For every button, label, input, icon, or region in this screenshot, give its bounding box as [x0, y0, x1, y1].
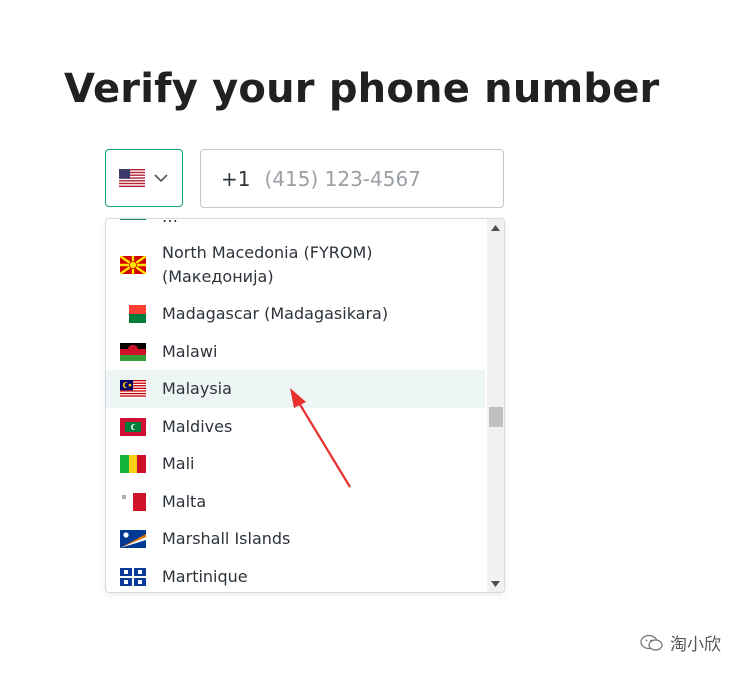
- malawi-flag-icon: [120, 342, 146, 361]
- list-item-label: Marshall Islands: [162, 529, 291, 548]
- list-item[interactable]: Maldives: [106, 408, 485, 445]
- country-list: … North Macedonia (FYROM) (Македонија) M…: [106, 219, 487, 592]
- watermark: 淘小欣: [640, 630, 721, 655]
- list-item-label: Malta: [162, 491, 207, 511]
- list-item[interactable]: North Macedonia (FYROM) (Македонија): [106, 239, 485, 291]
- list-item[interactable]: Madagascar (Madagasikara): [106, 295, 485, 333]
- list-item-label: Martinique: [162, 566, 248, 586]
- list-item[interactable]: Martinique: [106, 558, 485, 592]
- list-item[interactable]: Mali: [106, 445, 485, 483]
- phone-number-field[interactable]: +1: [200, 149, 504, 208]
- list-item-label-secondary: (Македонија): [162, 267, 274, 286]
- list-item-label: …: [162, 219, 178, 229]
- malta-flag-icon: [120, 492, 146, 511]
- dropdown-scrollbar[interactable]: [487, 219, 504, 592]
- list-item[interactable]: …: [106, 219, 485, 229]
- partial-flag-icon: [120, 219, 146, 226]
- watermark-text: 淘小欣: [670, 635, 721, 655]
- chevron-down-icon: [154, 174, 168, 183]
- dial-code: +1: [221, 166, 251, 191]
- list-item-label: North Macedonia (FYROM): [162, 243, 373, 262]
- list-item-label: Madagascar (Madagasikara): [162, 304, 389, 323]
- scroll-down-arrow-icon[interactable]: [487, 575, 504, 592]
- madagascar-flag-icon: [120, 305, 146, 323]
- martinique-flag-icon: [120, 567, 146, 586]
- list-item[interactable]: Malta: [106, 483, 485, 520]
- country-code-select[interactable]: [105, 149, 183, 207]
- country-dropdown[interactable]: … North Macedonia (FYROM) (Македонија) M…: [105, 218, 505, 593]
- marshall-islands-flag-icon: [120, 530, 146, 548]
- us-flag-icon: [119, 169, 145, 187]
- list-item[interactable]: Marshall Islands: [106, 520, 485, 558]
- list-item-label: Malaysia: [162, 379, 232, 398]
- wechat-icon: [640, 634, 663, 651]
- page-title: Verify your phone number: [64, 66, 660, 112]
- north-macedonia-flag-icon: [120, 256, 146, 274]
- scrollbar-thumb[interactable]: [489, 407, 503, 427]
- scroll-up-arrow-icon[interactable]: [487, 219, 504, 236]
- list-item-label: Mali: [162, 454, 195, 473]
- list-item[interactable]: Malawi: [106, 333, 485, 370]
- list-item-highlighted[interactable]: Malaysia: [106, 370, 485, 408]
- mali-flag-icon: [120, 455, 146, 473]
- maldives-flag-icon: [120, 417, 146, 436]
- list-item-label: Malawi: [162, 341, 218, 361]
- phone-number-input[interactable]: [262, 165, 487, 192]
- malaysia-flag-icon: [120, 380, 146, 398]
- list-item-label: Maldives: [162, 416, 233, 436]
